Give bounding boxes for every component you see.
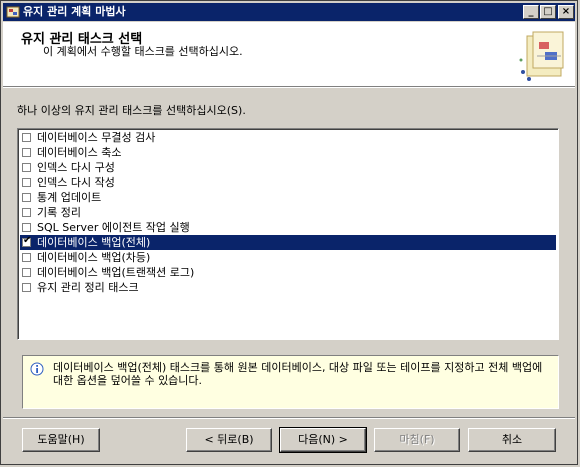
cancel-button[interactable]: 취소 bbox=[468, 428, 556, 452]
title-bar[interactable]: 유지 관리 계획 마법사 _ □ × bbox=[3, 3, 575, 21]
task-list-instruction: 하나 이상의 유지 관리 태스크를 선택하십시오(S). bbox=[17, 104, 246, 117]
task-checkbox[interactable] bbox=[22, 178, 31, 187]
task-checkbox[interactable] bbox=[22, 148, 31, 157]
task-checkbox[interactable] bbox=[22, 223, 31, 232]
task-item[interactable]: ✔ 데이터베이스 백업(전체) bbox=[20, 235, 556, 250]
finish-button[interactable]: 마침(F) bbox=[374, 428, 460, 452]
page-subtitle: 이 계획에서 수행할 태스크를 선택하십시오. bbox=[43, 45, 243, 58]
task-checkbox[interactable] bbox=[22, 283, 31, 292]
footer-divider-highlight bbox=[3, 418, 575, 419]
task-label: 인덱스 다시 구성 bbox=[37, 161, 115, 174]
task-checkbox[interactable] bbox=[22, 163, 31, 172]
task-item[interactable]: 데이터베이스 무결성 검사 bbox=[20, 130, 556, 145]
help-button[interactable]: 도움말(H) bbox=[22, 428, 100, 452]
maximize-button[interactable]: □ bbox=[540, 5, 556, 19]
task-label: 인덱스 다시 작성 bbox=[37, 176, 115, 189]
task-checkbox[interactable] bbox=[22, 133, 31, 142]
task-item[interactable]: 기록 정리 bbox=[20, 205, 556, 220]
wizard-window: 유지 관리 계획 마법사 _ □ × 유지 관리 태스크 선택 이 계획에서 수… bbox=[0, 0, 578, 465]
task-checkbox[interactable] bbox=[22, 268, 31, 277]
wizard-header: 유지 관리 태스크 선택 이 계획에서 수행할 태스크를 선택하십시오. bbox=[3, 22, 575, 87]
task-item[interactable]: 데이터베이스 백업(차등) bbox=[20, 250, 556, 265]
next-button[interactable]: 다음(N) > bbox=[279, 427, 367, 453]
task-item[interactable]: 데이터베이스 축소 bbox=[20, 145, 556, 160]
task-item[interactable]: 인덱스 다시 구성 bbox=[20, 160, 556, 175]
task-checkbox[interactable] bbox=[22, 253, 31, 262]
task-item[interactable]: 통계 업데이트 bbox=[20, 190, 556, 205]
task-checklist[interactable]: 데이터베이스 무결성 검사 데이터베이스 축소 인덱스 다시 구성 인덱스 다시… bbox=[17, 128, 559, 340]
task-label: 데이터베이스 백업(트랜잭션 로그) bbox=[37, 266, 195, 279]
task-description-text: 데이터베이스 백업(전체) 태스크를 통해 원본 데이터베이스, 대상 파일 또… bbox=[53, 361, 543, 387]
task-label: 데이터베이스 백업(전체) bbox=[37, 236, 151, 249]
task-item[interactable]: 유지 관리 정리 태스크 bbox=[20, 280, 556, 295]
wizard-app-icon bbox=[6, 6, 20, 18]
task-checkbox[interactable]: ✔ bbox=[22, 235, 32, 247]
task-checkbox[interactable] bbox=[22, 193, 31, 202]
task-item[interactable]: SQL Server 에이전트 작업 실행 bbox=[20, 220, 556, 235]
info-icon bbox=[30, 362, 44, 376]
task-label: 기록 정리 bbox=[37, 206, 81, 219]
minimize-button[interactable]: _ bbox=[523, 5, 539, 19]
task-label: 데이터베이스 축소 bbox=[37, 146, 122, 159]
close-button[interactable]: × bbox=[558, 5, 574, 19]
back-button[interactable]: < 뒤로(B) bbox=[186, 428, 272, 452]
header-divider bbox=[3, 87, 575, 88]
task-checkbox[interactable] bbox=[22, 208, 31, 217]
wizard-banner-icon bbox=[519, 31, 564, 81]
task-item[interactable]: 데이터베이스 백업(트랜잭션 로그) bbox=[20, 265, 556, 280]
task-label: 통계 업데이트 bbox=[37, 191, 102, 204]
task-item[interactable]: 인덱스 다시 작성 bbox=[20, 175, 556, 190]
task-label: 데이터베이스 무결성 검사 bbox=[37, 131, 156, 144]
task-label: 데이터베이스 백업(차등) bbox=[37, 251, 151, 264]
checkmark-icon: ✔ bbox=[23, 235, 32, 246]
window-title: 유지 관리 계획 마법사 bbox=[23, 5, 126, 18]
task-label: SQL Server 에이전트 작업 실행 bbox=[37, 221, 190, 234]
task-description-panel: 데이터베이스 백업(전체) 태스크를 통해 원본 데이터베이스, 대상 파일 또… bbox=[22, 355, 559, 409]
task-label: 유지 관리 정리 태스크 bbox=[37, 281, 139, 294]
